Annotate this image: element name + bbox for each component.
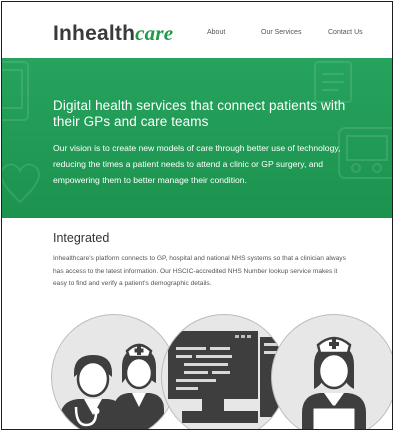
logo-text: Inhealth <box>53 22 136 45</box>
illustration-circle <box>51 314 177 429</box>
doctor-nurse-icon <box>60 343 164 429</box>
nav-link-contact-us[interactable]: Contact Us <box>328 29 363 36</box>
page-frame: Inhealthcare About Our Services Contact … <box>1 1 393 430</box>
logo-accent-text: care <box>135 21 174 45</box>
illustration-nurse-laptop <box>271 314 392 429</box>
integrated-description: Inhealthcare's platform connects to GP, … <box>53 255 346 287</box>
illustration-doctor-nurse <box>51 314 177 429</box>
nav-link-about[interactable]: About <box>207 29 225 36</box>
hero-description: Our vision is to create new models of ca… <box>53 143 341 185</box>
illustration-circle <box>161 314 287 429</box>
hero-background-devices-icon <box>2 61 392 204</box>
computer-code-icon <box>168 331 286 423</box>
site-logo[interactable]: Inhealthcare <box>53 21 173 46</box>
hero-banner: Digital health services that connect pat… <box>2 58 392 218</box>
nurse-laptop-icon <box>302 336 366 429</box>
site-header: Inhealthcare About Our Services Contact … <box>2 2 392 58</box>
illustration-computer <box>161 314 287 429</box>
integrated-heading: Integrated <box>53 231 110 245</box>
hero-title: Digital health services that connect pat… <box>53 98 346 129</box>
illustration-circle <box>271 314 392 429</box>
nav-link-our-services[interactable]: Our Services <box>261 29 301 36</box>
